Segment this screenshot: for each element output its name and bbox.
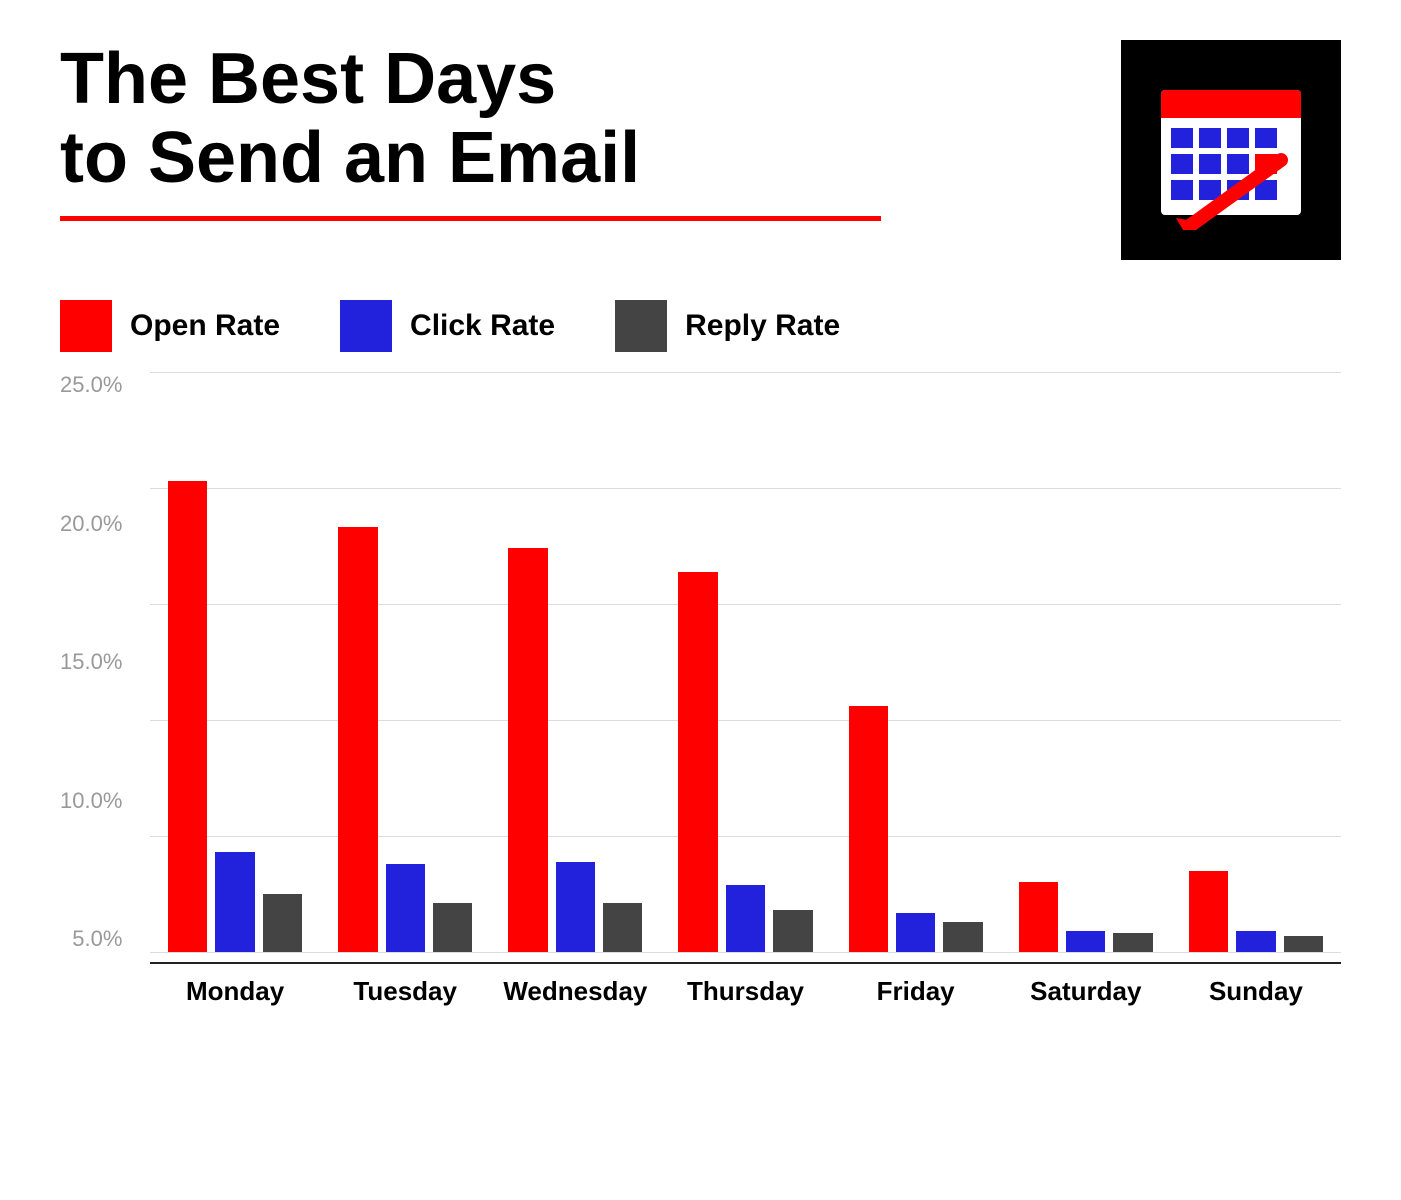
bar-open-thursday [678,572,717,952]
title-block: The Best Days to Send an Email [60,40,1121,221]
bar-open-friday [849,706,888,952]
day-group-tuesday [320,527,490,952]
bar-reply-sunday [1284,936,1323,952]
legend-reply: Reply Rate [615,300,840,352]
day-group-sunday [1171,871,1341,952]
x-label-sunday: Sunday [1171,964,1341,1007]
bar-open-tuesday [338,527,377,952]
calendar-icon [1121,40,1341,260]
bar-reply-saturday [1113,933,1152,952]
legend-open-label: Open Rate [130,309,280,343]
bar-click-wednesday [556,862,595,952]
day-group-wednesday [490,548,660,952]
chart-area: 25.0% 20.0% 15.0% 10.0% 5.0% MondayTuesd… [60,372,1341,1052]
bar-reply-wednesday [603,903,642,952]
legend-open: Open Rate [60,300,280,352]
day-group-thursday [660,572,830,952]
x-label-tuesday: Tuesday [320,964,490,1007]
legend-click-label: Click Rate [410,309,555,343]
legend-click-box [340,300,392,352]
bar-click-sunday [1236,931,1275,952]
x-label-wednesday: Wednesday [490,964,660,1007]
chart-plot [150,372,1341,952]
y-label-5: 5.0% [72,926,122,952]
title-line2: to Send an Email [60,118,640,198]
y-label-20: 20.0% [60,511,122,537]
page: The Best Days to Send an Email [0,0,1401,1200]
calendar-svg [1151,70,1311,230]
bars-container [150,372,1341,952]
page-title: The Best Days to Send an Email [60,40,1121,198]
legend: Open Rate Click Rate Reply Rate [60,300,1341,352]
x-labels: MondayTuesdayWednesdayThursdayFridaySatu… [150,962,1341,1007]
bar-reply-tuesday [433,903,472,952]
legend-click: Click Rate [340,300,555,352]
bar-reply-friday [943,922,982,952]
gridline-0 [150,952,1341,953]
day-group-saturday [1001,882,1171,952]
bar-click-saturday [1066,931,1105,952]
day-group-friday [831,706,1001,952]
y-label-25: 25.0% [60,372,122,398]
day-group-monday [150,481,320,952]
bar-reply-thursday [773,910,812,952]
x-label-monday: Monday [150,964,320,1007]
header: The Best Days to Send an Email [60,40,1341,260]
bar-open-saturday [1019,882,1058,952]
red-divider [60,216,881,221]
x-label-friday: Friday [831,964,1001,1007]
y-label-15: 15.0% [60,649,122,675]
legend-open-box [60,300,112,352]
legend-reply-box [615,300,667,352]
y-axis: 25.0% 20.0% 15.0% 10.0% 5.0% [60,372,132,952]
bar-click-monday [215,852,254,952]
bar-reply-monday [263,894,302,952]
bar-click-friday [896,913,935,952]
x-label-thursday: Thursday [660,964,830,1007]
bar-open-sunday [1189,871,1228,952]
legend-reply-label: Reply Rate [685,309,840,343]
bar-open-monday [168,481,207,952]
x-label-saturday: Saturday [1001,964,1171,1007]
bar-open-wednesday [508,548,547,952]
y-label-10: 10.0% [60,788,122,814]
bar-click-tuesday [386,864,425,952]
bar-click-thursday [726,885,765,952]
title-line1: The Best Days [60,39,556,119]
